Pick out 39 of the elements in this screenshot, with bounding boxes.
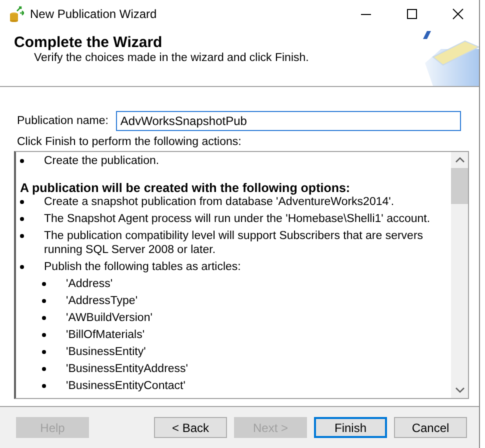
page-subtitle: Verify the choices made in the wizard and click Finish. — [33, 52, 309, 64]
table-article-item: 'AddressType' — [66, 294, 138, 308]
action-item: The publication compatibility level will support Subscribers that are servers running SQL Server 2008 or later. — [44, 229, 424, 258]
publication-name-label: Publication name: — [17, 115, 108, 128]
database-arrows-icon — [8, 6, 24, 22]
wizard-button[interactable]: Cancel — [394, 417, 467, 438]
action-item: The Snapshot Agent process will run under the 'Homebase\Shelli1' account. — [44, 212, 430, 226]
scrollbar-thumb[interactable] — [451, 168, 468, 204]
actions-label: Click Finish to perform the following actions: — [17, 136, 242, 148]
bullet-icon — [42, 367, 46, 372]
bullet-icon — [42, 333, 46, 338]
bullet-icon — [20, 265, 24, 270]
bullet-icon — [42, 316, 46, 320]
table-article-item: 'BusinessEntityContact' — [66, 379, 186, 394]
action-item: Create the publication. — [44, 154, 160, 168]
table-article-item: 'BusinessEntity' — [66, 345, 146, 360]
publication-name-field[interactable]: AdvWorksSnapshotPub — [116, 111, 461, 132]
action-item: Create a snapshot publication from database 'AdventureWorks2014'. — [44, 195, 394, 210]
bullet-icon — [42, 384, 46, 388]
scrollbar[interactable] — [451, 152, 468, 398]
action-item: Publish the following tables as articles: — [44, 260, 241, 274]
wizard-button[interactable]: < Back — [154, 417, 227, 438]
options-heading: A publication will be created with the following options: — [20, 181, 352, 196]
table-article-item: 'BusinessEntityAddress' — [66, 362, 188, 376]
bullet-icon — [20, 217, 24, 222]
bullet-icon — [20, 159, 24, 164]
table-article-item: 'AWBuildVersion' — [66, 311, 152, 326]
bullet-icon — [20, 234, 24, 238]
window-title: New Publication Wizard — [30, 6, 158, 21]
page-title: Complete the Wizard — [14, 34, 164, 52]
table-article-item: 'Address' — [66, 277, 113, 292]
bullet-icon — [42, 350, 46, 354]
maximize-icon[interactable] — [406, 8, 418, 20]
wizard-button[interactable]: Finish — [314, 417, 387, 438]
table-article-item: 'BillOfMaterials' — [66, 328, 145, 342]
bullet-icon — [42, 282, 46, 286]
bullet-icon — [42, 299, 46, 304]
close-icon[interactable] — [452, 8, 464, 20]
bullet-icon — [20, 200, 24, 204]
